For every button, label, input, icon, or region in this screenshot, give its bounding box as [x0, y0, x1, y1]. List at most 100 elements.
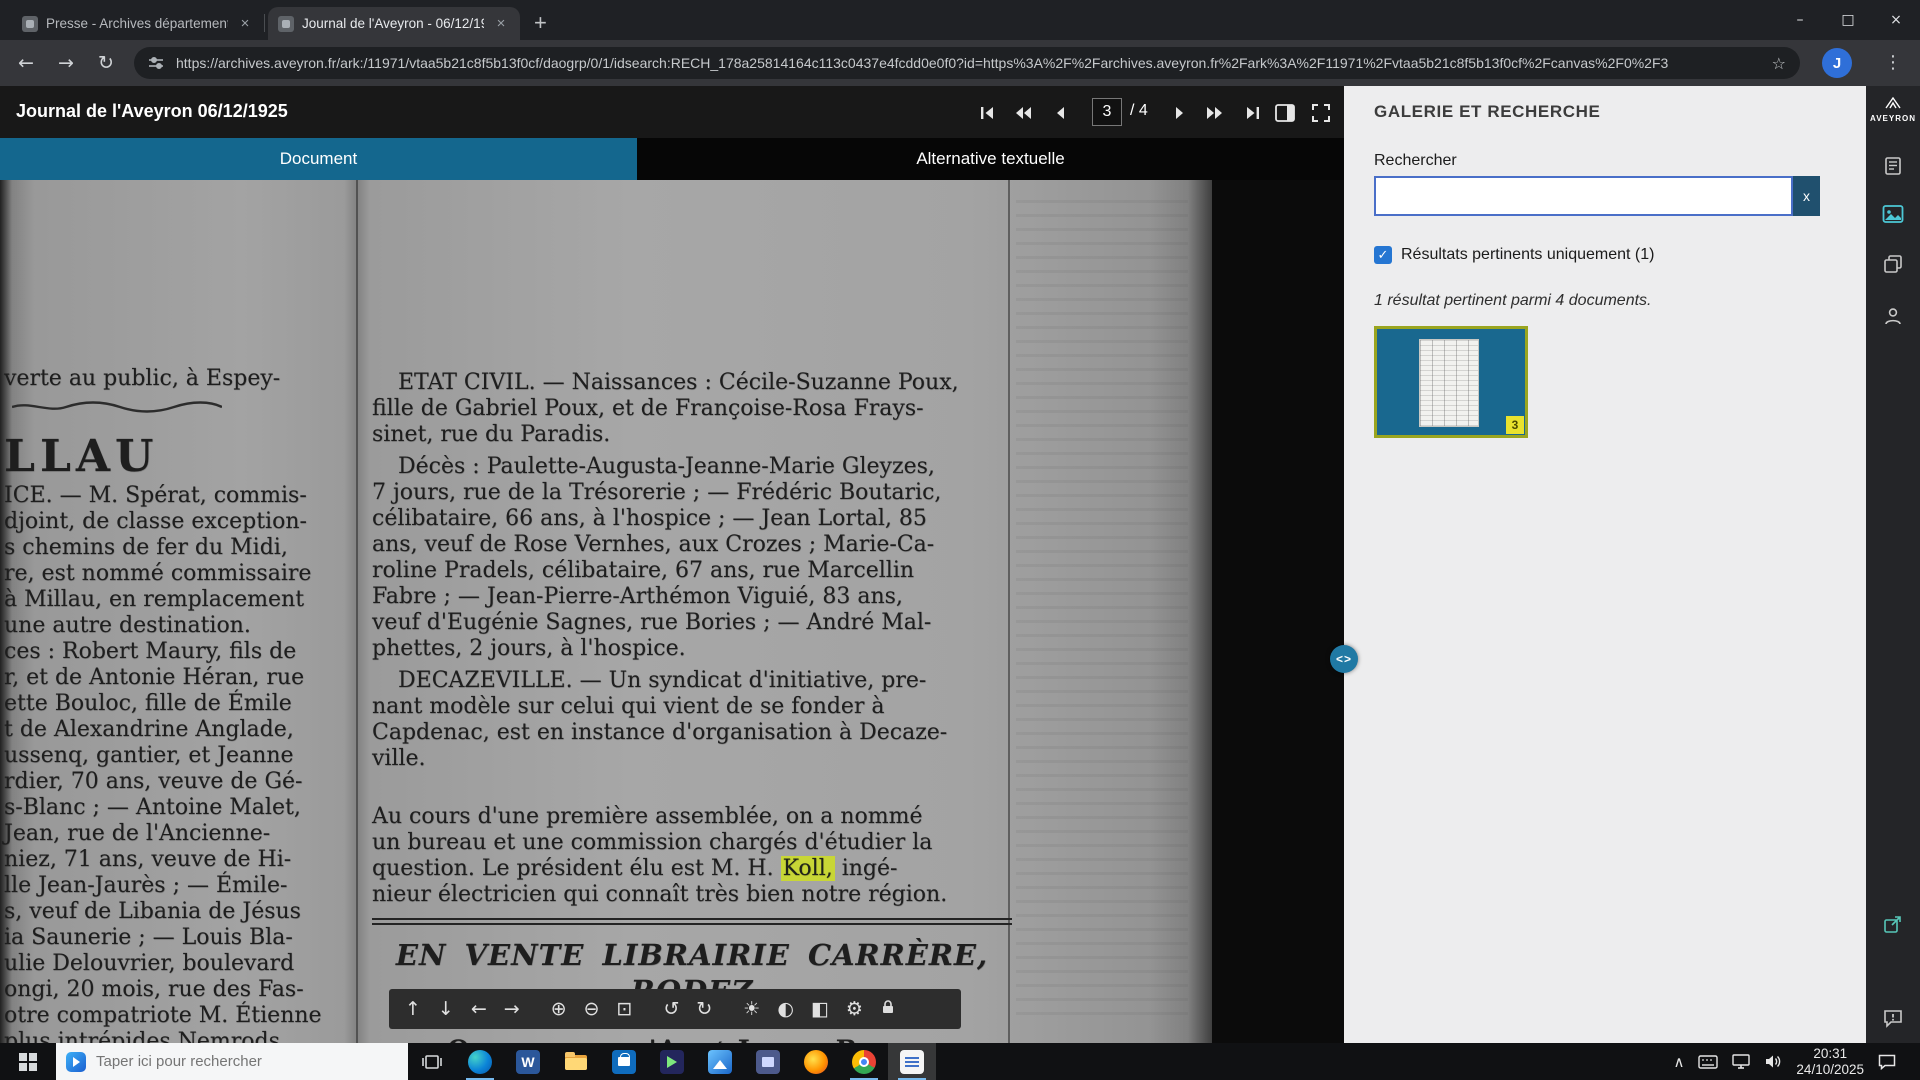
paper-left-column: verte au public, à Espey- LLAU ICE. — M.… [4, 366, 350, 1043]
rotate-left-icon[interactable]: ↺ [663, 989, 679, 1029]
new-tab-button[interactable]: + [534, 8, 547, 38]
tab-close-icon[interactable]: × [236, 15, 254, 33]
paper-paragraph: rdier, 70 ans, veuve de Gé- s-Blanc ; — … [4, 769, 350, 1003]
newspaper-scan[interactable]: verte au public, à Espey- LLAU ICE. — M.… [0, 180, 1212, 1043]
page-number-input[interactable]: 3 [1092, 98, 1122, 126]
previous-page-button[interactable] [1050, 102, 1072, 124]
paper-paragraph-etat-civil: ETAT CIVIL. — Naissances : Cécile-Suzann… [372, 370, 1012, 448]
taskbar-clock[interactable]: 20:31 24/10/2025 [1796, 1046, 1864, 1078]
window-close-button[interactable]: × [1872, 0, 1920, 40]
sidebar-feedback-button[interactable] [1881, 1006, 1905, 1030]
taskbar-chrome-button[interactable] [840, 1043, 888, 1080]
invert-icon[interactable]: ◧ [811, 989, 829, 1029]
sidebar-layers-button[interactable] [1881, 252, 1905, 276]
relevant-filter-row: ✓ Résultats pertinents uniquement (1) [1374, 246, 1654, 264]
rotate-right-icon[interactable]: ↻ [696, 989, 712, 1029]
fast-backward-button[interactable] [1012, 102, 1034, 124]
zoom-in-icon[interactable]: ⊕ [551, 989, 567, 1029]
pan-up-icon[interactable]: ↑ [405, 989, 421, 1029]
tab-document[interactable]: Document [0, 138, 637, 180]
panel-resize-handle[interactable]: <> [1330, 645, 1358, 673]
last-page-button[interactable] [1242, 102, 1264, 124]
next-page-button[interactable] [1168, 102, 1190, 124]
taskbar-store-button[interactable] [600, 1043, 648, 1080]
task-view-button[interactable] [408, 1043, 456, 1080]
photos-icon [708, 1050, 732, 1074]
pan-left-icon[interactable]: ← [471, 989, 487, 1029]
taskbar-edge-button[interactable] [456, 1043, 504, 1080]
taskbar-document-app-button[interactable] [888, 1043, 936, 1080]
contrast-icon[interactable]: ◐ [777, 989, 794, 1029]
task-view-icon [422, 1052, 442, 1072]
windows-taskbar: W ∧ 20:31 24/10/2025 [0, 1043, 1920, 1080]
zoom-selection-icon[interactable]: ⊡ [617, 989, 633, 1029]
share-icon [1883, 914, 1903, 934]
window-maximize-button[interactable]: □ [1824, 0, 1872, 40]
paper-paragraph: ICE. — M. Spérat, commis- djoint, de cla… [4, 483, 350, 639]
clear-search-button[interactable]: x [1793, 176, 1820, 216]
document-thumbnail[interactable]: 3 [1374, 326, 1528, 438]
forward-icon[interactable]: → [58, 52, 74, 74]
relevant-checkbox[interactable]: ✓ [1374, 246, 1392, 264]
browser-tab-journal[interactable]: Journal de l'Aveyron - 06/12/19 × [268, 7, 520, 40]
sidebar-document-button[interactable] [1881, 154, 1905, 178]
fast-forward-button[interactable] [1204, 102, 1226, 124]
scan-bleedthrough [1016, 200, 1188, 1020]
search-input[interactable] [1374, 176, 1793, 216]
document-icon [1883, 156, 1903, 176]
taskbar-media-button[interactable] [648, 1043, 696, 1080]
viewer-content: verte au public, à Espey- LLAU ICE. — M.… [0, 180, 1920, 1043]
reload-icon[interactable]: ↻ [98, 52, 114, 74]
start-button[interactable] [0, 1043, 56, 1080]
back-icon[interactable]: ← [18, 52, 34, 74]
zoom-out-icon[interactable]: ⊖ [584, 989, 600, 1029]
network-icon[interactable] [1732, 1054, 1750, 1069]
search-hit-highlight: Koll, [781, 856, 835, 881]
windows-logo-icon [19, 1053, 37, 1071]
taskbar-firefox-button[interactable] [792, 1043, 840, 1080]
tab-document-label: Document [280, 149, 357, 169]
window-minimize-button[interactable]: – [1776, 0, 1824, 40]
browser-tab-presse[interactable]: Presse - Archives départementa × [12, 7, 264, 40]
sidebar-gallery-button[interactable] [1881, 202, 1905, 226]
browser-menu-icon[interactable]: ⋮ [1884, 52, 1902, 73]
address-bar[interactable]: https://archives.aveyron.fr/ark:/11971/v… [134, 47, 1800, 79]
side-panel-toggle-button[interactable] [1272, 100, 1298, 126]
taskbar-word-button[interactable]: W [504, 1043, 552, 1080]
settings-icon[interactable]: ⚙ [846, 989, 863, 1029]
volume-icon[interactable] [1764, 1054, 1782, 1069]
thumbnail-hit-badge: 3 [1506, 416, 1524, 434]
next-page-icon [1171, 105, 1187, 121]
tune-icon[interactable] [148, 55, 164, 71]
fullscreen-icon [1312, 104, 1330, 122]
tab-close-icon[interactable]: × [492, 15, 510, 33]
tray-chevron-icon[interactable]: ∧ [1673, 1053, 1684, 1071]
fast-backward-icon [1014, 105, 1032, 121]
profile-avatar[interactable]: J [1822, 48, 1852, 78]
touch-keyboard-icon[interactable] [1698, 1055, 1718, 1069]
notifications-icon[interactable] [1878, 1054, 1896, 1070]
pan-down-icon[interactable]: ↓ [438, 989, 454, 1029]
fullscreen-button[interactable] [1308, 100, 1334, 126]
tab-title: Presse - Archives départementa [46, 16, 228, 31]
pan-right-icon[interactable]: → [504, 989, 520, 1029]
paper-paragraph: ussenq, gantier, et Jeanne [4, 743, 350, 769]
paper-paragraph-decazeville: DECAZEVILLE. — Un syndicat d'initiative,… [372, 668, 1012, 772]
tab-alternative-textuelle[interactable]: Alternative textuelle [637, 138, 1344, 180]
brightness-icon[interactable]: ☀ [743, 989, 760, 1029]
result-summary: 1 résultat pertinent parmi 4 documents. [1374, 292, 1651, 310]
lock-icon[interactable] [880, 989, 896, 1029]
taskbar-search-box[interactable] [56, 1043, 408, 1080]
aveyron-logo-text: AVEYRON [1866, 114, 1920, 123]
taskbar-generic-app-button[interactable] [744, 1043, 792, 1080]
taskbar-search-input[interactable] [96, 1053, 356, 1070]
bookmark-star-icon[interactable]: ☆ [1772, 54, 1786, 73]
tab-title: Journal de l'Aveyron - 06/12/19 [302, 16, 484, 31]
sidebar-share-button[interactable] [1881, 912, 1905, 936]
taskbar-file-explorer-button[interactable] [552, 1043, 600, 1080]
sidebar-account-button[interactable] [1881, 304, 1905, 328]
tab-alternative-label: Alternative textuelle [916, 149, 1064, 169]
taskbar-photos-button[interactable] [696, 1043, 744, 1080]
paper-heading-llau: LLAU [4, 431, 350, 483]
first-page-button[interactable] [976, 102, 998, 124]
